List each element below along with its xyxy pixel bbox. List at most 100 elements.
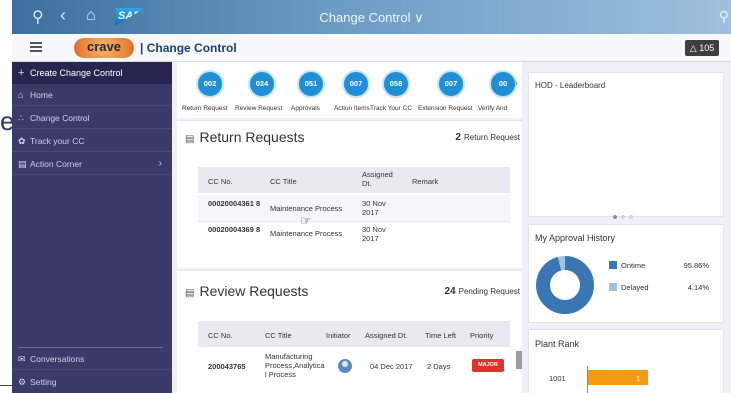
table-row[interactable]: 200043765 Manufacturing Process,Analytic… (198, 349, 510, 393)
return-requests-count-value: 2 (455, 132, 461, 143)
review-requests-count: 24 Pending Request (444, 286, 520, 297)
screenshot-frame: e ⚲ ‹ ⌂ SAP Change Control ∨ ⚲ crave · ·… (0, 0, 731, 393)
sidebar-item-conversations[interactable]: ✉ Conversations (12, 348, 172, 370)
column-header[interactable]: CC Title (270, 177, 297, 186)
carousel-dot[interactable] (621, 215, 625, 219)
priority-badge: MAJOR (472, 359, 504, 372)
legend-value-delayed: 4.14% (687, 283, 709, 292)
sidebar-item-setting[interactable]: ⚙ Setting (12, 371, 172, 393)
logo-text: crave (87, 39, 121, 54)
review-table-header: CC No. CC Title Initiator Assigned Dt. T… (198, 321, 510, 347)
tile-extension-request[interactable]: 007 (437, 70, 465, 98)
chevron-right-icon[interactable]: › (515, 78, 518, 89)
column-header[interactable]: CC No. (208, 331, 233, 340)
sidebar-item-label: Action Corner (30, 159, 82, 169)
sidebar: + Create Change Control ⌂ Home ∴ Change Con… (12, 62, 172, 393)
plant-rank-title: Plant Rank (535, 339, 580, 349)
gear-icon: ✿ (18, 136, 26, 146)
review-requests-count-value: 24 (444, 286, 456, 297)
table-row[interactable]: 00020004361 8 Maintenance Process 30 Nov… (198, 195, 510, 221)
tile-label[interactable]: Return Request (182, 105, 228, 112)
legend-value-ontime: 95.86% (683, 261, 709, 270)
tile-return-request[interactable]: 002 (196, 70, 224, 98)
tile-label[interactable]: Review Request (235, 105, 282, 112)
return-requests-card: ▤ Return Requests 2 Return Request CC No. … (177, 120, 522, 268)
legend-swatch-delayed (609, 283, 617, 291)
fiori-app: ⚲ ‹ ⌂ SAP Change Control ∨ ⚲ crave · · ·… (12, 0, 731, 393)
document-icon: ▤ (18, 159, 27, 169)
return-table-header: CC No. CC Title Assigned Dt. Remark (198, 167, 510, 193)
table-row[interactable]: 00020004369 8 Maintenance Process 30 Nov… (198, 222, 510, 248)
sidebar-item-track-your-cc[interactable]: ✿ Track your CC (12, 130, 172, 152)
cc-title-cell: Manufacturing Process,Analytica l Proces… (265, 352, 325, 379)
approval-donut-chart (536, 256, 594, 314)
legend-label-ontime: Ontime (621, 261, 646, 270)
tile-verify[interactable]: 00 (489, 70, 517, 98)
tile-label[interactable]: Verify And (478, 105, 507, 112)
time-left-cell: 2 Days (427, 362, 451, 371)
cc-no-cell[interactable]: 00020004361 8 (208, 199, 262, 208)
tile-label[interactable]: Extension Request (418, 105, 473, 112)
column-header[interactable]: Initiator (326, 331, 351, 340)
tile-label[interactable]: Approvals (291, 105, 320, 112)
home-icon: ⌂ (18, 90, 24, 100)
chevron-right-icon: › (158, 158, 162, 169)
cc-title-cell: Maintenance Process (270, 229, 343, 238)
carousel-dot[interactable] (613, 215, 617, 219)
sidebar-item-label: Setting (30, 377, 57, 387)
carousel-dot[interactable] (629, 215, 633, 219)
return-requests-title: ▤ Return Requests (185, 129, 305, 145)
hand-cursor-icon: ☞ (300, 213, 312, 228)
cc-no-cell[interactable]: 200043765 (208, 362, 246, 371)
shell-title[interactable]: Change Control ∨ (12, 10, 731, 26)
tile-label[interactable]: Action Items (334, 105, 370, 112)
assigned-date-cell: 30 Nov 2017 (362, 199, 386, 217)
column-header[interactable]: Time Left (425, 331, 456, 340)
app-title: | Change Control (140, 41, 237, 55)
column-header[interactable]: Assigned Dt. (362, 170, 396, 188)
return-requests-title-text: Return Requests (199, 129, 305, 145)
sidebar-item-home[interactable]: ⌂ Home (12, 84, 172, 106)
tile-review-request[interactable]: 024 (248, 70, 276, 98)
logo-tagline: · · · (96, 54, 108, 59)
review-requests-card: ▤ Review Requests 24 Pending Request CC No… (177, 270, 522, 393)
left-edge-strip: e (0, 0, 14, 393)
sidebar-item-label: Home (30, 90, 53, 100)
return-requests-count-label: Return Request (463, 133, 520, 142)
sidebar-item-label: Conversations (30, 354, 85, 364)
search-icon[interactable]: ⚲ (719, 8, 729, 25)
tile-bar: 002 Return Request 024 Review Request 05… (177, 62, 522, 118)
app-header: crave · · · | Change Control △ 105 (12, 34, 731, 62)
plant-rank-category: 1001 (549, 374, 566, 383)
column-header[interactable]: Assigned Dt. (365, 331, 408, 340)
sidebar-item-action-corner[interactable]: ▤ Action Corner › (12, 153, 172, 175)
column-header[interactable]: CC Title (265, 331, 292, 340)
approval-history-title: My Approval History (535, 233, 616, 243)
plus-icon: + (18, 67, 25, 79)
column-header[interactable]: Remark (412, 177, 438, 186)
notifications-button[interactable]: △ 105 (685, 40, 719, 56)
tile-label[interactable]: Track Your CC (370, 105, 412, 112)
left-edge-line (0, 385, 12, 386)
right-panel: HOD - Leaderboard My Approval History On… (528, 62, 731, 393)
plant-rank-card: Plant Rank 1001 1 (528, 329, 724, 393)
network-icon: ∴ (18, 113, 24, 123)
document-icon: ▤ (185, 134, 195, 145)
column-header[interactable]: CC No. (208, 177, 233, 186)
assigned-date-cell: 04 Dec 2017 (370, 362, 413, 371)
menu-icon[interactable] (30, 42, 42, 52)
sidebar-item-change-control[interactable]: ∴ Change Control (12, 107, 172, 129)
review-requests-count-label: Pending Request (458, 287, 520, 296)
tile-approvals[interactable]: 051 (297, 70, 325, 98)
legend-label-delayed: Delayed (621, 283, 649, 292)
tile-track-your-cc[interactable]: 058 (382, 70, 410, 98)
document-icon: ▤ (185, 288, 195, 299)
chat-icon: ✉ (18, 354, 26, 364)
column-header[interactable]: Priority (470, 331, 493, 340)
cc-no-cell[interactable]: 00020004369 8 (208, 225, 262, 234)
create-change-control-button[interactable]: + Create Change Control (12, 62, 172, 84)
initiator-avatar[interactable] (338, 359, 352, 373)
carousel-dots[interactable] (613, 206, 637, 224)
table-scrollbar[interactable] (516, 351, 522, 369)
tile-action-items[interactable]: 007 (342, 70, 370, 98)
